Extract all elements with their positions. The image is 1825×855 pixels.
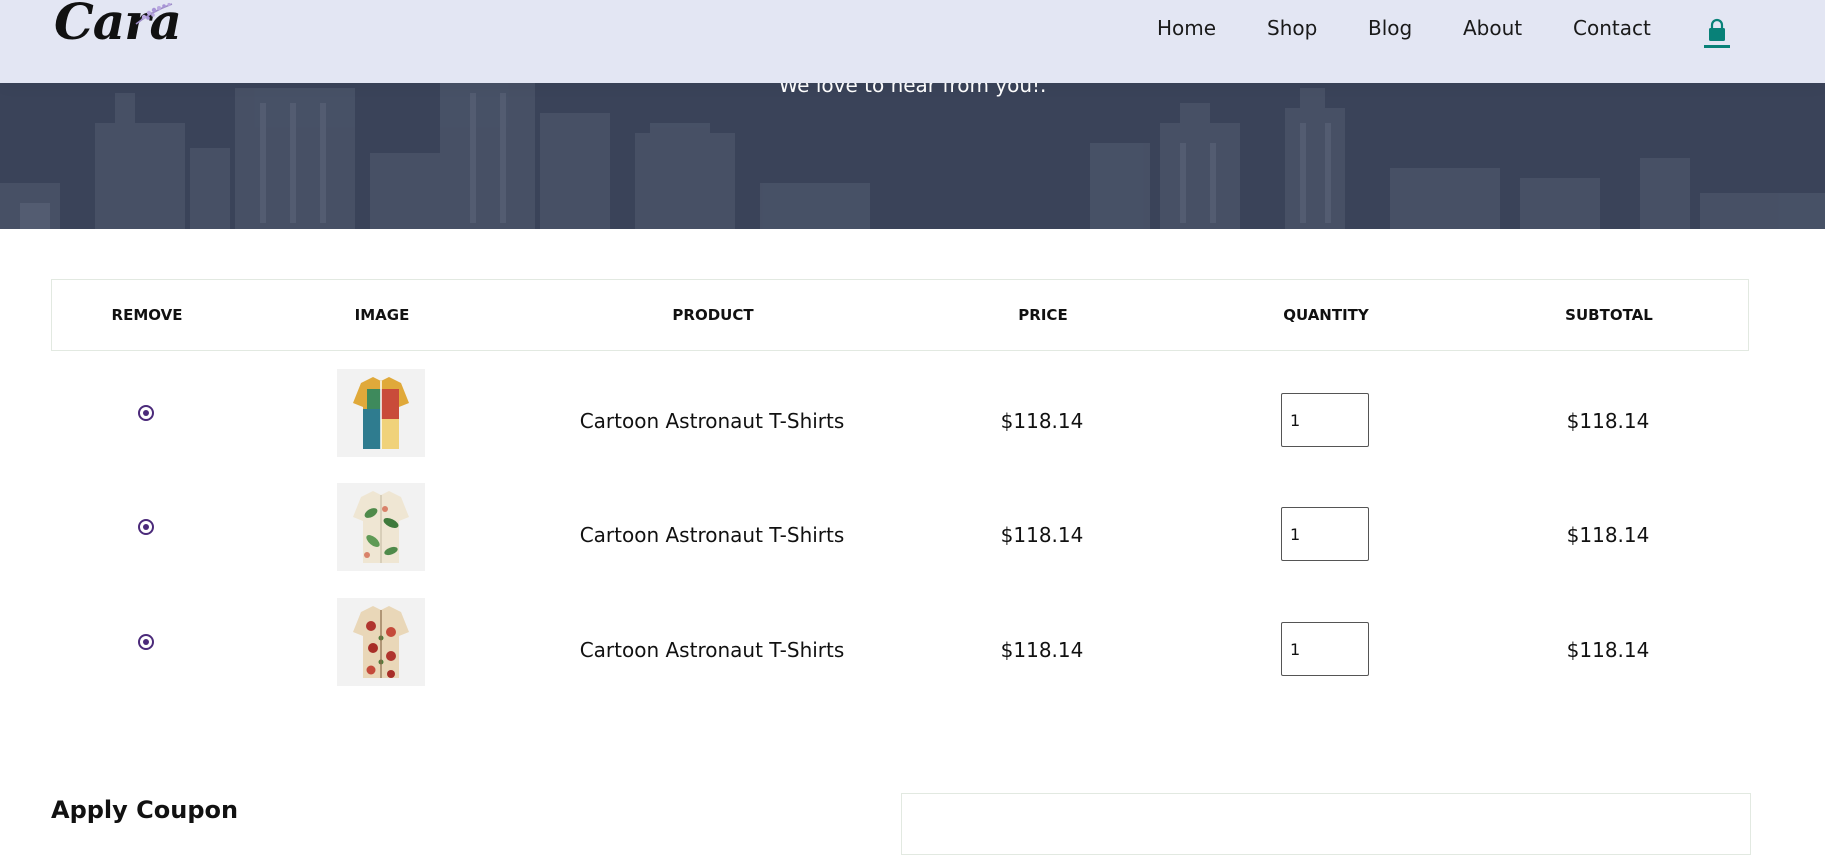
city-skyline-background: [0, 83, 1825, 229]
table-row: Cartoon Astronaut T-Shirts $118.14 $118.…: [51, 363, 1749, 477]
apply-coupon-title: Apply Coupon: [51, 796, 239, 824]
product-price: $118.14: [1000, 638, 1084, 662]
product-price: $118.14: [1000, 409, 1084, 433]
product-thumbnail: [337, 369, 425, 457]
header-quantity: QUANTITY: [1283, 306, 1369, 324]
nav-about[interactable]: About: [1463, 16, 1522, 40]
product-name[interactable]: Cartoon Astronaut T-Shirts: [580, 638, 845, 662]
hero-subtitle: We love to hear from you!.: [778, 83, 1047, 97]
header-remove: REMOVE: [111, 306, 183, 324]
table-row: Cartoon Astronaut T-Shirts $118.14 $118.…: [51, 592, 1749, 706]
product-name[interactable]: Cartoon Astronaut T-Shirts: [580, 523, 845, 547]
nav-home[interactable]: Home: [1157, 16, 1216, 40]
quantity-input[interactable]: [1281, 393, 1369, 447]
nav-shop[interactable]: Shop: [1267, 16, 1317, 40]
quantity-input[interactable]: [1281, 507, 1369, 561]
product-price: $118.14: [1000, 523, 1084, 547]
nav-contact[interactable]: Contact: [1573, 16, 1651, 40]
header-product: PRODUCT: [672, 306, 754, 324]
header-price: PRICE: [1018, 306, 1068, 324]
site-header: Cara Home Shop Blog About Contact: [0, 0, 1825, 83]
row-subtotal: $118.14: [1566, 638, 1650, 662]
active-nav-underline: [1704, 45, 1730, 48]
hero-banner: We love to hear from you!.: [0, 83, 1825, 229]
nav-blog[interactable]: Blog: [1368, 16, 1412, 40]
remove-item-icon[interactable]: [138, 634, 154, 650]
row-subtotal: $118.14: [1566, 409, 1650, 433]
row-subtotal: $118.14: [1566, 523, 1650, 547]
product-thumbnail: [337, 598, 425, 686]
table-row: Cartoon Astronaut T-Shirts $118.14 $118.…: [51, 477, 1749, 591]
shirt-green-leaf-icon: [353, 491, 409, 563]
table-header: REMOVE IMAGE PRODUCT PRICE QUANTITY SUBT…: [51, 279, 1749, 351]
header-subtotal: SUBTOTAL: [1565, 306, 1653, 324]
shirt-red-floral-icon: [353, 606, 409, 678]
shirt-yellow-patchwork-icon: [353, 377, 409, 449]
remove-item-icon[interactable]: [138, 519, 154, 535]
header-image: IMAGE: [354, 306, 410, 324]
product-thumbnail: [337, 483, 425, 571]
product-name[interactable]: Cartoon Astronaut T-Shirts: [580, 409, 845, 433]
cart-totals-box: [901, 793, 1751, 855]
remove-item-icon[interactable]: [138, 405, 154, 421]
lavender-sprig-icon: [135, 2, 173, 25]
quantity-input[interactable]: [1281, 622, 1369, 676]
